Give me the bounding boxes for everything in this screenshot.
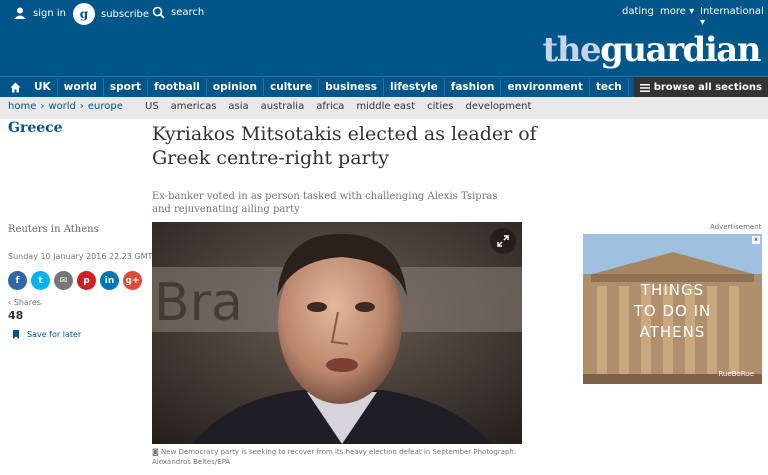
nav-list: UK world sport football opinion culture …: [8, 79, 677, 96]
nav-item-lifestyle[interactable]: lifestyle: [384, 79, 445, 96]
sub-nav: home › world › europe US americas asia a…: [0, 97, 768, 119]
nav-item-tech[interactable]: tech: [590, 79, 629, 96]
pinterest-share-button[interactable]: p: [77, 271, 96, 290]
main-nav: UK world sport football opinion culture …: [0, 76, 768, 98]
ad-close-icon[interactable]: x: [752, 236, 760, 244]
subnav-cities[interactable]: cities: [427, 101, 453, 112]
dating-label: dating: [622, 6, 654, 17]
browse-all-sections-button[interactable]: browse all sections: [633, 77, 768, 98]
ad-line-2: TO DO IN: [633, 302, 712, 320]
chevron-right-icon: ›: [79, 101, 84, 112]
ad-brand: RueBoRue: [718, 370, 754, 378]
shares-count: 48: [8, 309, 24, 322]
chevron-right-icon: ›: [40, 101, 45, 112]
breadcrumb: home › world › europe: [8, 101, 123, 112]
nav-item-uk[interactable]: UK: [28, 79, 58, 96]
logo-the: the: [542, 30, 602, 70]
masthead: sign in g subscribe search dating more ▾…: [0, 0, 768, 76]
subnav-middle-east[interactable]: middle east: [356, 101, 415, 112]
email-icon: ✉: [59, 275, 68, 286]
nav-item-culture[interactable]: culture: [264, 79, 320, 96]
ad-headline: THINGS TO DO IN ATHENS: [583, 280, 762, 343]
home-icon[interactable]: [8, 79, 22, 95]
photo-caption: ◙ New Democracy party is seeking to reco…: [152, 448, 517, 466]
article-photo[interactable]: Bra: [152, 222, 522, 444]
sign-in-link[interactable]: sign in: [13, 6, 66, 20]
twitter-share-button[interactable]: t: [31, 271, 50, 290]
subnav-africa[interactable]: africa: [316, 101, 344, 112]
user-icon: [14, 7, 26, 19]
search-link[interactable]: search: [152, 6, 204, 19]
crumb-world[interactable]: world: [48, 101, 76, 112]
linkedin-icon: in: [104, 275, 115, 286]
bookmark-icon: [13, 330, 19, 339]
photo-illustration: Bra: [152, 222, 522, 444]
search-label: search: [171, 7, 205, 18]
nav-item-opinion[interactable]: opinion: [207, 79, 264, 96]
ad-line-3: ATHENS: [639, 323, 706, 341]
top-bar: sign in g subscribe search dating more ▾…: [0, 0, 768, 28]
section-label[interactable]: Greece: [8, 120, 63, 136]
email-share-button[interactable]: ✉: [54, 271, 73, 290]
nav-item-sport[interactable]: sport: [104, 79, 149, 96]
ad-label: Advertisement: [710, 223, 762, 231]
subnav-links: US americas asia australia africa middle…: [145, 101, 531, 112]
crumb-europe[interactable]: europe: [88, 101, 123, 112]
nav-item-environment[interactable]: environment: [501, 79, 590, 96]
more-label: more ▾: [660, 6, 695, 17]
more-menu[interactable]: more ▾: [660, 6, 694, 17]
share-icon: ‹: [8, 298, 12, 307]
subnav-americas[interactable]: americas: [171, 101, 217, 112]
dateline: Sunday 10 January 2016 22.23 GMT: [8, 252, 153, 261]
menu-icon: [639, 83, 650, 92]
subnav-us[interactable]: US: [145, 101, 159, 112]
dating-link[interactable]: dating: [622, 6, 654, 17]
google-plus-share-button[interactable]: g+: [123, 271, 142, 290]
ad-line-1: THINGS: [640, 281, 705, 299]
advertisement[interactable]: THINGS TO DO IN ATHENS RueBoRue x: [583, 234, 762, 384]
nav-item-fashion[interactable]: fashion: [445, 79, 502, 96]
logo-guardian: guardian: [600, 30, 761, 70]
sign-in-label: sign in: [33, 7, 66, 19]
facebook-icon: f: [15, 275, 20, 286]
headline: Kyriakos Mitsotakis elected as leader of…: [152, 123, 537, 169]
subscribe-label: subscribe: [101, 8, 149, 20]
expand-icon[interactable]: [490, 228, 516, 254]
edition-menu[interactable]: International ▾: [700, 6, 768, 28]
save-label: Save for later: [27, 330, 82, 339]
twitter-icon: t: [38, 275, 43, 286]
camera-icon: ◙: [152, 448, 162, 456]
nav-item-business[interactable]: business: [319, 79, 385, 96]
subnav-australia[interactable]: australia: [261, 101, 305, 112]
linkedin-share-button[interactable]: in: [100, 271, 119, 290]
nav-item-football[interactable]: football: [148, 79, 207, 96]
pinterest-icon: p: [83, 275, 90, 286]
nav-item-world[interactable]: world: [58, 79, 104, 96]
save-for-later-button[interactable]: Save for later: [13, 330, 81, 339]
subnav-asia[interactable]: asia: [228, 101, 248, 112]
facebook-share-button[interactable]: f: [8, 271, 27, 290]
subscribe-link[interactable]: g subscribe: [73, 3, 149, 25]
search-icon: [152, 6, 165, 19]
standfirst: Ex-banker voted in as person tasked with…: [152, 191, 498, 215]
subnav-development[interactable]: development: [465, 101, 531, 112]
edition-label: International ▾: [700, 6, 764, 28]
browse-label: browse all sections: [653, 82, 762, 93]
google-plus-icon: g+: [125, 275, 140, 286]
guardian-g-icon: g: [73, 3, 95, 25]
byline: Reuters in Athens: [8, 224, 99, 235]
shares-label: ‹ Shares: [8, 298, 42, 307]
guardian-logo[interactable]: theguardian: [542, 30, 762, 70]
background-sign-text: Bra: [154, 273, 243, 333]
share-buttons: f t ✉ p in g+: [8, 271, 142, 290]
crumb-home[interactable]: home: [8, 101, 36, 112]
